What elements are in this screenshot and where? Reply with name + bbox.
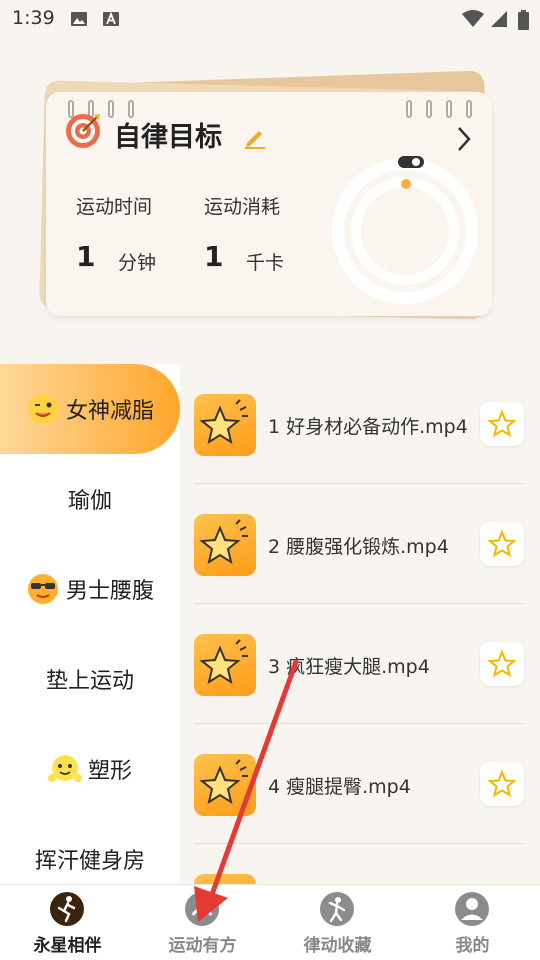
exercise-time-unit: 分钟 xyxy=(118,252,157,274)
video-thumbnail xyxy=(194,754,256,816)
calories-value: 1 xyxy=(204,240,224,273)
dancer-icon xyxy=(320,892,354,926)
sidebar-item-goddess-fat-loss[interactable]: 女神减脂 xyxy=(0,364,180,454)
gauge-icon xyxy=(185,892,219,926)
goal-card-panel: 自律目标 运动时间 1 分钟 运动消耗 1 千卡 xyxy=(46,92,492,316)
star-badge-icon xyxy=(199,519,248,565)
status-bar: 1:39 xyxy=(0,0,540,36)
flex-face-icon xyxy=(47,755,82,782)
gallery-icon xyxy=(71,12,87,26)
sidebar-item-label: 男士腰腹 xyxy=(65,579,154,604)
bottom-nav: 永星相伴 运动有方 律动收藏 我的 xyxy=(0,884,540,960)
calories-unit: 千卡 xyxy=(246,252,285,274)
list-item[interactable] xyxy=(194,844,525,884)
calories-label: 运动消耗 xyxy=(204,196,281,218)
runner-icon xyxy=(50,892,84,926)
target-icon xyxy=(66,114,100,148)
status-time: 1:39 xyxy=(12,7,55,29)
nav-label: 我的 xyxy=(455,936,490,956)
star-badge-icon xyxy=(199,639,248,685)
card-title: 自律目标 xyxy=(114,122,222,153)
video-thumbnail xyxy=(194,514,256,576)
list-item[interactable]: 4 瘦腿提臀.mp4 xyxy=(194,724,525,844)
sidebar-item-mens-abs[interactable]: 男士腰腹 xyxy=(0,544,180,634)
nav-label: 运动有方 xyxy=(168,936,237,956)
star-badge-icon xyxy=(199,759,248,805)
chevron-right-icon[interactable] xyxy=(456,126,472,152)
nav-tab-companion[interactable]: 永星相伴 xyxy=(0,885,135,960)
star-outline-icon xyxy=(487,769,517,798)
nav-label: 永星相伴 xyxy=(33,936,102,956)
wink-face-icon xyxy=(27,394,58,424)
goal-card[interactable]: 自律目标 运动时间 1 分钟 运动消耗 1 千卡 xyxy=(38,70,498,324)
sidebar-item-label: 垫上运动 xyxy=(45,669,134,694)
list-item[interactable]: 3 疯狂瘦大腿.mp4 xyxy=(194,604,525,724)
binder-ring xyxy=(446,100,452,118)
exercise-time-value: 1 xyxy=(76,240,96,273)
video-list: 1 好身材必备动作.mp4 2 腰腹强化锻炼.mp4 3 疯狂瘦大腿.mp4 4… xyxy=(180,364,540,884)
binder-ring xyxy=(466,100,472,118)
sidebar-item-shaping[interactable]: 塑形 xyxy=(0,724,180,814)
video-thumbnail xyxy=(194,634,256,696)
sidebar-item-yoga[interactable]: 瑜伽 xyxy=(0,454,180,544)
list-item[interactable]: 1 好身材必备动作.mp4 xyxy=(194,364,525,484)
video-thumbnail xyxy=(194,874,256,884)
nav-tab-mine[interactable]: 我的 xyxy=(405,885,540,960)
exercise-time-label: 运动时间 xyxy=(76,196,153,218)
video-title: 4 瘦腿提臀.mp4 xyxy=(268,776,411,798)
font-icon xyxy=(103,11,119,26)
favorite-button[interactable] xyxy=(480,762,524,806)
star-outline-icon xyxy=(487,649,517,678)
signal-icon xyxy=(491,11,507,27)
star-outline-icon xyxy=(487,529,517,558)
nav-label: 律动收藏 xyxy=(303,936,372,956)
favorite-button[interactable] xyxy=(480,402,524,446)
star-outline-icon xyxy=(487,409,517,438)
binder-ring xyxy=(406,100,412,118)
sidebar-item-sweat-gym[interactable]: 挥汗健身房 xyxy=(0,814,180,884)
sidebar-item-mat-exercise[interactable]: 垫上运动 xyxy=(0,634,180,724)
video-title: 3 疯狂瘦大腿.mp4 xyxy=(268,656,430,678)
list-item[interactable]: 2 腰腹强化锻炼.mp4 xyxy=(194,484,525,604)
edit-icon[interactable] xyxy=(242,124,268,150)
favorite-button[interactable] xyxy=(480,522,524,566)
sidebar-item-label: 挥汗健身房 xyxy=(34,849,145,874)
category-sidebar: 女神减脂 瑜伽 男士腰腹 垫上运动 塑形 挥汗健身房 xyxy=(0,364,180,884)
sidebar-item-label: 瑜伽 xyxy=(67,489,112,514)
progress-ring xyxy=(332,156,478,304)
nav-tab-rhythm-favorites[interactable]: 律动收藏 xyxy=(270,885,405,960)
binder-ring xyxy=(426,100,432,118)
person-icon xyxy=(455,892,489,926)
battery-icon xyxy=(518,10,529,30)
nav-tab-exercise-method[interactable]: 运动有方 xyxy=(135,885,270,960)
wifi-icon xyxy=(462,10,484,27)
sidebar-item-label: 塑形 xyxy=(87,759,132,784)
video-title: 2 腰腹强化锻炼.mp4 xyxy=(268,536,449,558)
star-badge-icon xyxy=(199,399,248,445)
favorite-button[interactable] xyxy=(480,642,524,686)
video-title: 1 好身材必备动作.mp4 xyxy=(268,416,468,438)
video-thumbnail xyxy=(194,394,256,456)
sidebar-item-label: 女神减脂 xyxy=(65,399,154,424)
sunglasses-face-icon xyxy=(27,574,58,604)
